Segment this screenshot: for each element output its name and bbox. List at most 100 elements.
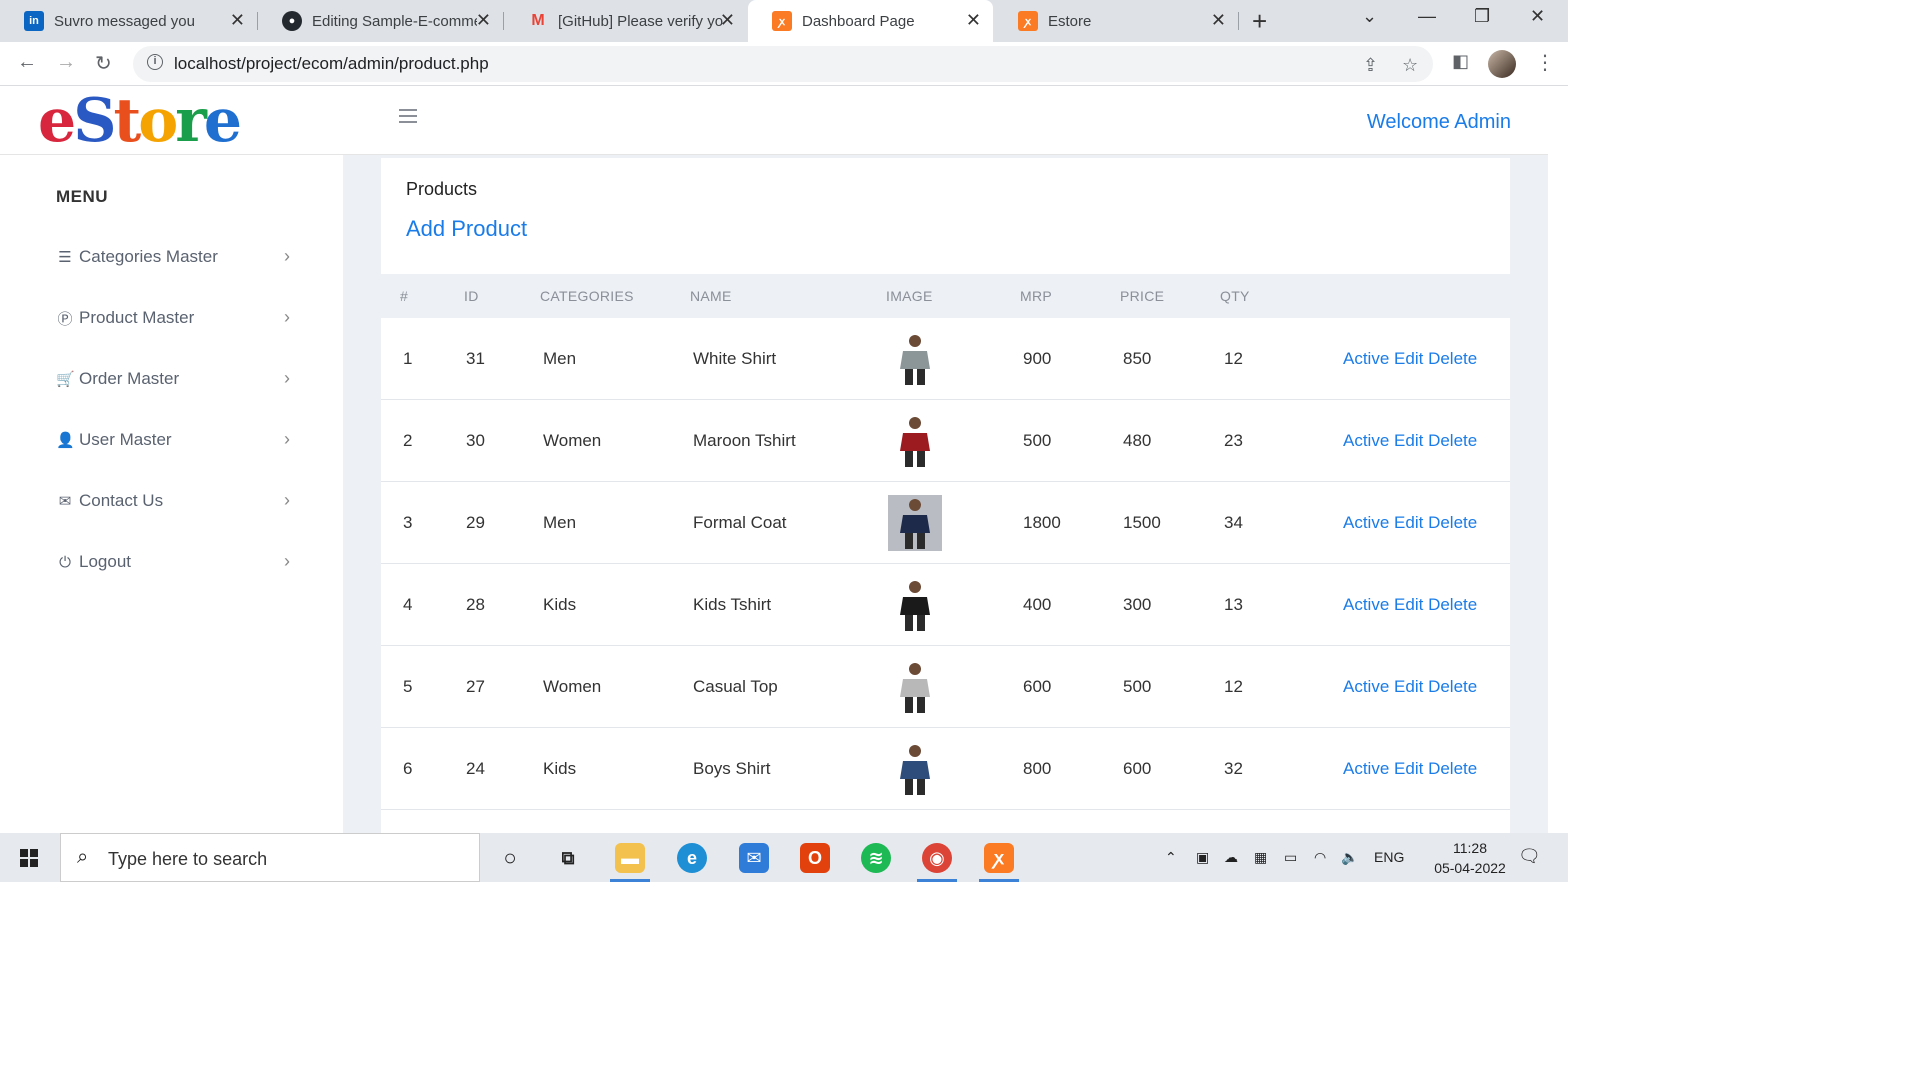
delete-link[interactable]: Delete bbox=[1428, 677, 1477, 696]
spotify-icon[interactable]: ≋ bbox=[861, 843, 891, 873]
delete-link[interactable]: Delete bbox=[1428, 595, 1477, 614]
sidebar-item-label: Logout bbox=[79, 552, 131, 571]
menu-kebab-icon[interactable]: ⋮ bbox=[1535, 50, 1555, 75]
tray-app-icon[interactable]: ▦ bbox=[1254, 849, 1267, 866]
close-icon[interactable]: ✕ bbox=[230, 10, 245, 31]
cell-category: Women bbox=[543, 431, 602, 450]
delete-link[interactable]: Delete bbox=[1428, 513, 1477, 532]
tab-linkedin[interactable]: in Suvro messaged you ✕ bbox=[0, 0, 257, 42]
address-bar[interactable]: i localhost/project/ecom/admin/product.p… bbox=[133, 46, 1433, 82]
meet-now-icon[interactable]: ▣ bbox=[1196, 849, 1209, 866]
cell-price: 480 bbox=[1123, 431, 1152, 450]
wifi-icon[interactable]: ◠ bbox=[1314, 849, 1326, 866]
tab-github[interactable]: ● Editing Sample-E-commerce ✕ bbox=[258, 0, 503, 42]
close-icon[interactable]: ✕ bbox=[966, 10, 981, 31]
cell-mrp: 1800 bbox=[1023, 513, 1061, 532]
power-icon: ⏻ bbox=[59, 553, 71, 571]
window-close-icon[interactable]: ✕ bbox=[1530, 6, 1545, 27]
new-tab-button[interactable]: + bbox=[1252, 6, 1267, 37]
cell-price: 600 bbox=[1123, 759, 1152, 778]
sidebar-item-logout[interactable]: ⏻ Logout › bbox=[56, 547, 296, 577]
add-product-link[interactable]: Add Product bbox=[406, 216, 527, 242]
chrome-icon[interactable]: ◉ bbox=[922, 843, 952, 873]
welcome-admin-link[interactable]: Welcome Admin bbox=[1367, 111, 1511, 134]
notification-icon[interactable]: 🗨 bbox=[1518, 846, 1541, 867]
active-link[interactable]: Active bbox=[1343, 759, 1389, 778]
forward-icon[interactable]: → bbox=[56, 51, 76, 74]
sidebar-item-user[interactable]: 👤 User Master › bbox=[56, 425, 296, 455]
cell-id: 28 bbox=[466, 595, 485, 614]
cell-n: 1 bbox=[403, 349, 413, 368]
tab-estore[interactable]: ꭗ Estore ✕ bbox=[994, 0, 1238, 42]
sidebar-item-order[interactable]: 🛒 Order Master › bbox=[56, 364, 296, 394]
taskbar-clock[interactable]: 11:28 05-04-2022 bbox=[1430, 838, 1510, 878]
cell-name: Boys Shirt bbox=[693, 759, 771, 778]
active-link[interactable]: Active bbox=[1343, 349, 1389, 368]
mail-icon[interactable]: ✉ bbox=[739, 843, 769, 873]
tray-chevron-up-icon[interactable]: ⌃ bbox=[1165, 849, 1177, 866]
cell-mrp: 500 bbox=[1023, 431, 1052, 450]
volume-icon[interactable]: 🔈 bbox=[1341, 849, 1358, 866]
search-icon: ⌕ bbox=[77, 846, 89, 868]
sidebar-item-contact[interactable]: ✉ Contact Us › bbox=[56, 486, 296, 516]
close-icon[interactable]: ✕ bbox=[720, 10, 735, 31]
cortana-icon[interactable]: ○ bbox=[495, 843, 525, 873]
language-indicator[interactable]: ENG bbox=[1374, 849, 1404, 865]
sidebar-item-label: Order Master bbox=[79, 369, 180, 388]
tab-dashboard[interactable]: ꭗ Dashboard Page ✕ bbox=[748, 0, 993, 42]
battery-icon[interactable]: ▭ bbox=[1284, 849, 1297, 866]
side-panel-icon[interactable]: ◧ bbox=[1452, 51, 1469, 72]
onedrive-icon[interactable]: ☁ bbox=[1224, 849, 1238, 866]
bookmark-star-icon[interactable]: ☆ bbox=[1402, 55, 1418, 76]
browser-toolbar: ← → ↻ i localhost/project/ecom/admin/pro… bbox=[0, 42, 1568, 86]
minimize-icon[interactable]: — bbox=[1418, 6, 1436, 27]
cell-category: Women bbox=[543, 677, 602, 696]
sidebar-item-product[interactable]: Ⓟ Product Master › bbox=[56, 303, 296, 333]
back-icon[interactable]: ← bbox=[17, 51, 37, 74]
cell-id: 24 bbox=[466, 759, 485, 778]
xampp-icon: ꭗ bbox=[772, 11, 792, 31]
column-header: CATEGORIES bbox=[540, 288, 634, 304]
site-header: eStore Welcome Admin bbox=[0, 87, 1548, 155]
sidebar-item-categories[interactable]: ☰ Categories Master › bbox=[56, 242, 296, 272]
office-icon[interactable]: O bbox=[800, 843, 830, 873]
file-explorer-icon[interactable]: ▬ bbox=[615, 843, 645, 873]
edit-link[interactable]: Edit bbox=[1394, 513, 1423, 532]
edit-link[interactable]: Edit bbox=[1394, 759, 1423, 778]
site-info-icon[interactable]: i bbox=[147, 54, 163, 70]
edit-link[interactable]: Edit bbox=[1394, 431, 1423, 450]
edit-link[interactable]: Edit bbox=[1394, 595, 1423, 614]
active-link[interactable]: Active bbox=[1343, 677, 1389, 696]
close-icon[interactable]: ✕ bbox=[1211, 10, 1226, 31]
product-image bbox=[888, 331, 942, 387]
estore-logo[interactable]: eStore bbox=[38, 87, 242, 155]
windows-start-icon[interactable] bbox=[20, 849, 38, 867]
delete-link[interactable]: Delete bbox=[1428, 431, 1477, 450]
tab-gmail[interactable]: M [GitHub] Please verify your ✕ bbox=[504, 0, 747, 42]
hamburger-menu-icon[interactable] bbox=[399, 109, 417, 127]
xampp-icon[interactable]: ꭗ bbox=[984, 843, 1014, 873]
edit-link[interactable]: Edit bbox=[1394, 349, 1423, 368]
close-icon[interactable]: ✕ bbox=[476, 10, 491, 31]
github-icon: ● bbox=[282, 11, 302, 31]
cell-qty: 13 bbox=[1224, 595, 1243, 614]
active-link[interactable]: Active bbox=[1343, 431, 1389, 450]
taskbar-search-input[interactable]: ⌕ Type here to search bbox=[60, 833, 480, 882]
column-header: NAME bbox=[690, 288, 732, 304]
product-image bbox=[888, 741, 942, 797]
edit-link[interactable]: Edit bbox=[1394, 677, 1423, 696]
task-view-icon[interactable]: ⧉ bbox=[553, 843, 583, 873]
edge-icon[interactable]: e bbox=[677, 843, 707, 873]
tab-search-icon[interactable]: ⌄ bbox=[1362, 6, 1377, 27]
profile-avatar[interactable] bbox=[1488, 50, 1516, 78]
delete-link[interactable]: Delete bbox=[1428, 759, 1477, 778]
chevron-right-icon: › bbox=[284, 246, 290, 266]
delete-link[interactable]: Delete bbox=[1428, 349, 1477, 368]
active-link[interactable]: Active bbox=[1343, 595, 1389, 614]
restore-icon[interactable]: ❐ bbox=[1474, 6, 1490, 27]
active-app-indicator bbox=[917, 879, 957, 882]
share-icon[interactable]: ⇪ bbox=[1363, 55, 1378, 76]
reload-icon[interactable]: ↻ bbox=[95, 51, 112, 76]
active-link[interactable]: Active bbox=[1343, 513, 1389, 532]
xampp-icon: ꭗ bbox=[1018, 11, 1038, 31]
